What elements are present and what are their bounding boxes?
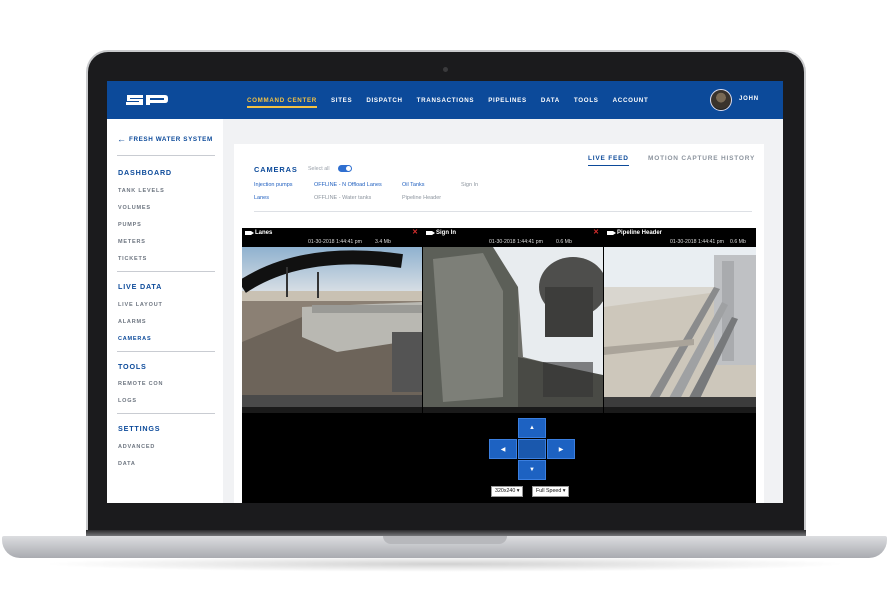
sidebar-item-meters[interactable]: METERS bbox=[118, 239, 146, 245]
feed-status-bar bbox=[423, 407, 603, 413]
resolution-select[interactable]: 320x240 ▾ bbox=[491, 486, 524, 497]
nav-pipelines[interactable]: PIPELINES bbox=[488, 97, 527, 104]
arrow-left-icon: ← bbox=[117, 134, 126, 144]
feed-timestamp: 01-30-2018 1:44:41 pm bbox=[489, 239, 543, 245]
sidebar-item-live-layout[interactable]: LIVE LAYOUT bbox=[118, 302, 163, 308]
page-title: CAMERAS bbox=[254, 165, 298, 174]
nav-tools[interactable]: TOOLS bbox=[574, 97, 599, 104]
resolution-value: 320x240 bbox=[495, 488, 516, 494]
user-name[interactable]: JOHN bbox=[739, 96, 759, 102]
sidebar-item-volumes[interactable]: VOLUMES bbox=[118, 205, 151, 211]
nav-command-center[interactable]: COMMAND CENTER bbox=[247, 97, 317, 108]
sidebar-item-cameras[interactable]: CAMERAS bbox=[118, 336, 151, 342]
sidebar-item-advanced[interactable]: ADVANCED bbox=[118, 444, 155, 450]
speed-value: Full Speed bbox=[536, 488, 562, 494]
cameras-panel: CAMERAS Select all LIVE FEED MOTION CAPT… bbox=[234, 144, 764, 503]
feed-size: 3.4 Mb bbox=[375, 239, 391, 245]
sidebar-item-tank-levels[interactable]: TANK LEVELS bbox=[118, 188, 165, 194]
nav-account[interactable]: ACCOUNT bbox=[613, 97, 649, 104]
sidebar-item-data[interactable]: DATA bbox=[118, 461, 136, 467]
sidebar: ← FRESH WATER SYSTEM DASHBOARD TANK LEVE… bbox=[107, 119, 223, 503]
ptz-up-button[interactable]: ▲ bbox=[518, 418, 546, 438]
close-feed-button[interactable]: ✕ bbox=[412, 228, 418, 238]
ptz-left-button[interactable]: ◀ bbox=[489, 439, 517, 459]
video-wall: Lanes ✕ 01-30-2018 1:44:41 pm 3.4 Mb Sig… bbox=[242, 228, 756, 503]
sidebar-divider bbox=[117, 271, 215, 272]
feed-size: 0.6 Mb bbox=[730, 239, 746, 245]
video-camera-icon bbox=[426, 231, 435, 235]
camera-link-water-tanks[interactable]: OFFLINE - Water tanks bbox=[314, 195, 371, 201]
camera-feed-pipeline-header[interactable]: Pipeline Header 01-30-2018 1:44:41 pm 0.… bbox=[604, 228, 756, 413]
camera-image-lanes bbox=[242, 247, 422, 407]
speed-select[interactable]: Full Speed ▾ bbox=[532, 486, 570, 497]
select-all-label: Select all bbox=[308, 166, 330, 172]
panel-divider bbox=[254, 211, 752, 212]
ptz-right-button[interactable]: ▶ bbox=[547, 439, 575, 459]
feed-status-bar bbox=[242, 407, 422, 413]
feed-title-bar: Lanes ✕ bbox=[242, 228, 422, 238]
sidebar-divider bbox=[117, 155, 215, 156]
sidebar-heading-settings[interactable]: SETTINGS bbox=[118, 424, 160, 433]
ptz-controls: ▲ ◀ ▶ ▼ bbox=[489, 418, 575, 480]
sidebar-heading-dashboard[interactable]: DASHBOARD bbox=[118, 168, 172, 177]
camera-link-sign-in[interactable]: Sign In bbox=[461, 182, 478, 188]
camera-image-sign-in bbox=[423, 247, 603, 407]
nav-dispatch[interactable]: DISPATCH bbox=[366, 97, 402, 104]
laptop-notch bbox=[383, 536, 507, 544]
tab-live-feed[interactable]: LIVE FEED bbox=[588, 155, 629, 166]
sidebar-divider bbox=[117, 351, 215, 352]
camera-link-n-offload-lanes[interactable]: OFFLINE - N Offload Lanes bbox=[314, 182, 382, 188]
feed-title-bar: Sign In ✕ bbox=[423, 228, 603, 238]
camera-feed-sign-in[interactable]: Sign In ✕ 01-30-2018 1:44:41 pm 0.6 Mb bbox=[423, 228, 603, 413]
feed-title: Pipeline Header bbox=[617, 230, 663, 236]
ptz-down-button[interactable]: ▼ bbox=[518, 460, 546, 480]
back-link-label: FRESH WATER SYSTEM bbox=[129, 135, 213, 143]
video-camera-icon bbox=[245, 231, 254, 235]
feed-meta: 01-30-2018 1:44:41 pm 0.6 Mb bbox=[423, 238, 603, 247]
feed-meta: 01-30-2018 1:44:41 pm 0.6 Mb bbox=[604, 238, 756, 247]
feed-timestamp: 01-30-2018 1:44:41 pm bbox=[670, 239, 724, 245]
sidebar-item-remote-con[interactable]: REMOTE CON bbox=[118, 381, 163, 387]
feed-title: Lanes bbox=[255, 230, 273, 236]
feed-size: 0.6 Mb bbox=[556, 239, 572, 245]
sidebar-item-pumps[interactable]: PUMPS bbox=[118, 222, 142, 228]
camera-link-lanes[interactable]: Lanes bbox=[254, 195, 269, 201]
sidebar-item-alarms[interactable]: ALARMS bbox=[118, 319, 146, 325]
sidebar-divider bbox=[117, 413, 215, 414]
close-feed-button[interactable]: ✕ bbox=[593, 228, 599, 238]
nav-sites[interactable]: SITES bbox=[331, 97, 352, 104]
sidebar-heading-live-data[interactable]: LIVE DATA bbox=[118, 282, 162, 291]
tab-motion-capture-history[interactable]: MOTION CAPTURE HISTORY bbox=[648, 155, 755, 162]
back-link[interactable]: ← FRESH WATER SYSTEM bbox=[117, 134, 213, 144]
camera-link-injection-pumps[interactable]: Injection pumps bbox=[254, 182, 293, 188]
sidebar-item-logs[interactable]: LOGS bbox=[118, 398, 137, 404]
sidebar-heading-tools[interactable]: TOOLS bbox=[118, 362, 147, 371]
nav-data[interactable]: DATA bbox=[541, 97, 560, 104]
camera-image-pipeline-header bbox=[604, 247, 756, 407]
main-nav: COMMAND CENTER SITES DISPATCH TRANSACTIO… bbox=[247, 81, 662, 119]
sidebar-item-tickets[interactable]: TICKETS bbox=[118, 256, 147, 262]
top-navbar: SP COMMAND CENTER SITES DISPATCH TRANSAC… bbox=[107, 81, 783, 119]
camera-link-pipeline-header[interactable]: Pipeline Header bbox=[402, 195, 441, 201]
camera-feed-lanes[interactable]: Lanes ✕ 01-30-2018 1:44:41 pm 3.4 Mb bbox=[242, 228, 422, 413]
select-all-toggle[interactable] bbox=[338, 165, 352, 172]
nav-transactions[interactable]: TRANSACTIONS bbox=[417, 97, 475, 104]
camera-link-oil-tanks[interactable]: Oil Tanks bbox=[402, 182, 425, 188]
feed-timestamp: 01-30-2018 1:44:41 pm bbox=[308, 239, 362, 245]
feed-title-bar: Pipeline Header bbox=[604, 228, 756, 238]
feed-title: Sign In bbox=[436, 230, 456, 236]
feed-meta: 01-30-2018 1:44:41 pm 3.4 Mb bbox=[242, 238, 422, 247]
laptop-shadow bbox=[40, 556, 850, 572]
ptz-center-button[interactable] bbox=[518, 439, 546, 459]
feed-status-bar bbox=[604, 407, 756, 413]
sp-logo[interactable]: SP bbox=[125, 92, 169, 108]
screen: SP COMMAND CENTER SITES DISPATCH TRANSAC… bbox=[107, 81, 783, 503]
webcam-dot bbox=[443, 67, 448, 72]
user-avatar[interactable] bbox=[710, 89, 732, 111]
video-camera-icon bbox=[607, 231, 616, 235]
